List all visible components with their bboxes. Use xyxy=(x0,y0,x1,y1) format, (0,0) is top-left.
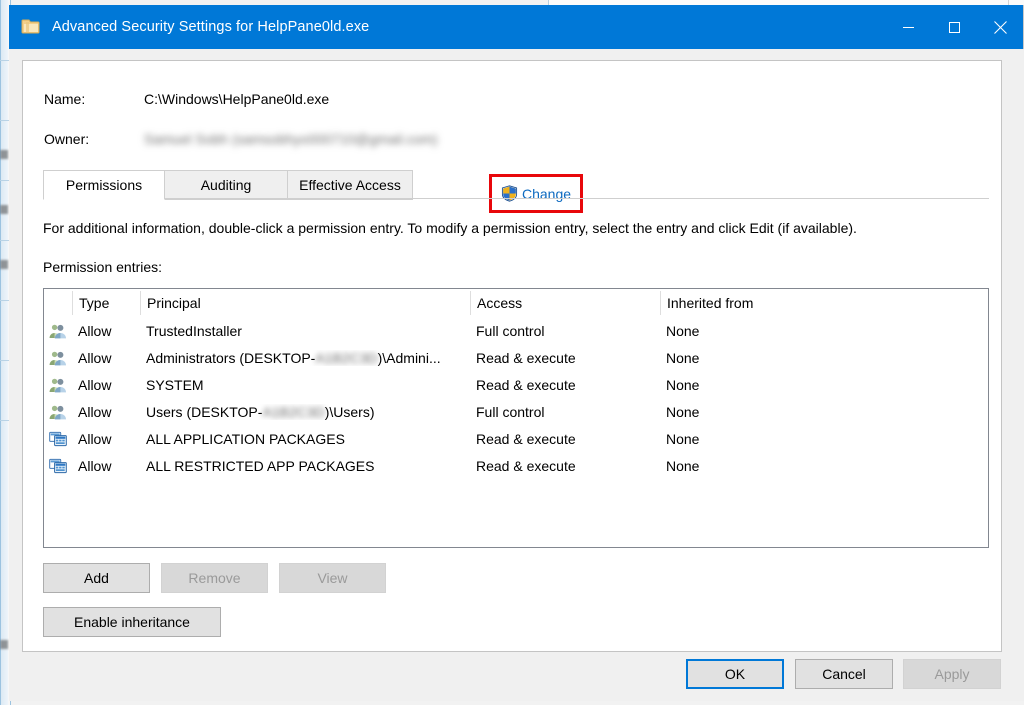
close-button[interactable] xyxy=(977,5,1023,49)
permission-entries-table[interactable]: Type Principal Access Inherited from All… xyxy=(43,288,989,548)
close-icon xyxy=(993,20,1007,34)
cell-type: Allow xyxy=(78,322,112,339)
cell-inherited-from: None xyxy=(666,403,700,420)
background-text-fragment xyxy=(0,205,8,214)
background-divider xyxy=(0,420,9,421)
add-button[interactable]: Add xyxy=(43,563,150,593)
table-row[interactable]: Allow Users (DESKTOP-A1B2C3D)\Users) Full … xyxy=(44,398,988,425)
users-group-icon xyxy=(44,377,72,393)
tab-permissions[interactable]: Permissions xyxy=(43,170,165,200)
background-divider xyxy=(0,360,9,361)
cell-type: Allow xyxy=(78,430,112,447)
folder-icon xyxy=(21,18,41,36)
maximize-button[interactable] xyxy=(931,5,977,49)
cell-principal: Administrators (DESKTOP-A1B2C3D)\Admini.… xyxy=(146,349,441,366)
background-divider xyxy=(0,60,9,61)
name-label: Name: xyxy=(44,91,86,107)
table-row[interactable]: Allow ALL RESTRICTED APP PACKAGES Read & e… xyxy=(44,452,988,479)
cell-access: Full control xyxy=(476,322,545,339)
tab-effective-access[interactable]: Effective Access xyxy=(287,170,413,200)
cell-type: Allow xyxy=(78,457,112,474)
owner-value-redacted: Samuel Sobh (samsobhyo000710@gmail.com) xyxy=(144,131,438,147)
users-group-icon xyxy=(44,350,72,366)
cell-inherited-from: None xyxy=(666,430,700,447)
name-row: Name: C:\Windows\HelpPane0ld.exe xyxy=(44,89,329,109)
dialog-body: Name: C:\Windows\HelpPane0ld.exe Owner: … xyxy=(9,49,1024,701)
redacted-computer-name: A1B2C3D xyxy=(262,403,325,420)
table-body: Allow TrustedInstaller Full control None All… xyxy=(44,317,988,479)
cell-inherited-from: None xyxy=(666,457,700,474)
table-row[interactable]: Allow SYSTEM Read & execute None xyxy=(44,371,988,398)
cell-access: Read & execute xyxy=(476,376,576,393)
cell-principal: ALL APPLICATION PACKAGES xyxy=(146,430,345,447)
background-divider xyxy=(0,240,9,241)
tab-auditing[interactable]: Auditing xyxy=(164,170,288,200)
view-button: View xyxy=(279,563,386,593)
cell-principal: Users (DESKTOP-A1B2C3D)\Users) xyxy=(146,403,375,420)
background-text-fragment xyxy=(0,640,8,649)
table-row[interactable]: Allow Administrators (DESKTOP-A1B2C3D)\Ad… xyxy=(44,344,988,371)
cell-access: Read & execute xyxy=(476,349,576,366)
enable-inheritance-button[interactable]: Enable inheritance xyxy=(43,607,221,637)
minimize-button[interactable] xyxy=(885,5,931,49)
content-panel: Name: C:\Windows\HelpPane0ld.exe Owner: … xyxy=(22,60,1002,652)
remove-button: Remove xyxy=(161,563,268,593)
tab-auditing-label: Auditing xyxy=(200,177,252,193)
owner-row: Owner: Samuel Sobh (samsobhyo000710@gmai… xyxy=(44,129,438,149)
cancel-button[interactable]: Cancel xyxy=(795,659,893,689)
app-package-icon xyxy=(44,431,72,447)
cell-inherited-from: None xyxy=(666,322,700,339)
apply-button: Apply xyxy=(903,659,1001,689)
table-header-principal[interactable]: Principal xyxy=(140,290,470,315)
table-header-row: Type Principal Access Inherited from xyxy=(44,289,988,317)
background-divider xyxy=(0,300,9,301)
background-text-fragment xyxy=(0,150,8,159)
owner-label: Owner: xyxy=(44,131,90,147)
name-value: C:\Windows\HelpPane0ld.exe xyxy=(144,91,330,107)
cell-type: Allow xyxy=(78,376,112,393)
background-divider xyxy=(0,180,9,181)
background-divider xyxy=(0,120,9,121)
maximize-icon xyxy=(948,21,960,33)
cell-principal: TrustedInstaller xyxy=(146,322,242,339)
cell-type: Allow xyxy=(78,349,112,366)
advanced-security-settings-dialog: Advanced Security Settings for HelpPane0… xyxy=(9,5,1024,701)
table-header-inherited-from[interactable]: Inherited from xyxy=(660,290,960,315)
app-package-icon xyxy=(44,458,72,474)
cell-type: Allow xyxy=(78,403,112,420)
tab-strip: Permissions Auditing Effective Access xyxy=(43,169,989,200)
cell-principal: SYSTEM xyxy=(146,376,204,393)
table-row[interactable]: Allow ALL APPLICATION PACKAGES Read & exec… xyxy=(44,425,988,452)
users-group-icon xyxy=(44,323,72,339)
description-text: For additional information, double-click… xyxy=(43,220,857,236)
table-header-type[interactable]: Type xyxy=(72,290,140,315)
background-text-fragment xyxy=(0,260,8,269)
cell-access: Read & execute xyxy=(476,430,576,447)
window-title: Advanced Security Settings for HelpPane0… xyxy=(52,19,370,35)
background-window-left-accent xyxy=(1,0,8,705)
cell-access: Read & execute xyxy=(476,457,576,474)
caption-button-group xyxy=(885,5,1023,49)
cell-access: Full control xyxy=(476,403,545,420)
permission-entries-label: Permission entries: xyxy=(43,259,163,275)
tab-strip-underline xyxy=(43,198,989,199)
tab-effective-access-label: Effective Access xyxy=(299,177,401,193)
ok-button[interactable]: OK xyxy=(686,659,784,689)
users-group-icon xyxy=(44,404,72,420)
cell-inherited-from: None xyxy=(666,376,700,393)
table-header-access[interactable]: Access xyxy=(470,290,660,315)
tab-permissions-label: Permissions xyxy=(65,177,143,193)
title-bar[interactable]: Advanced Security Settings for HelpPane0… xyxy=(9,5,1023,49)
redacted-computer-name: A1B2C3D xyxy=(315,349,378,366)
cell-inherited-from: None xyxy=(666,349,700,366)
table-header-icon xyxy=(44,291,72,315)
table-row[interactable]: Allow TrustedInstaller Full control None xyxy=(44,317,988,344)
minimize-icon xyxy=(902,26,914,28)
cell-principal: ALL RESTRICTED APP PACKAGES xyxy=(146,457,375,474)
